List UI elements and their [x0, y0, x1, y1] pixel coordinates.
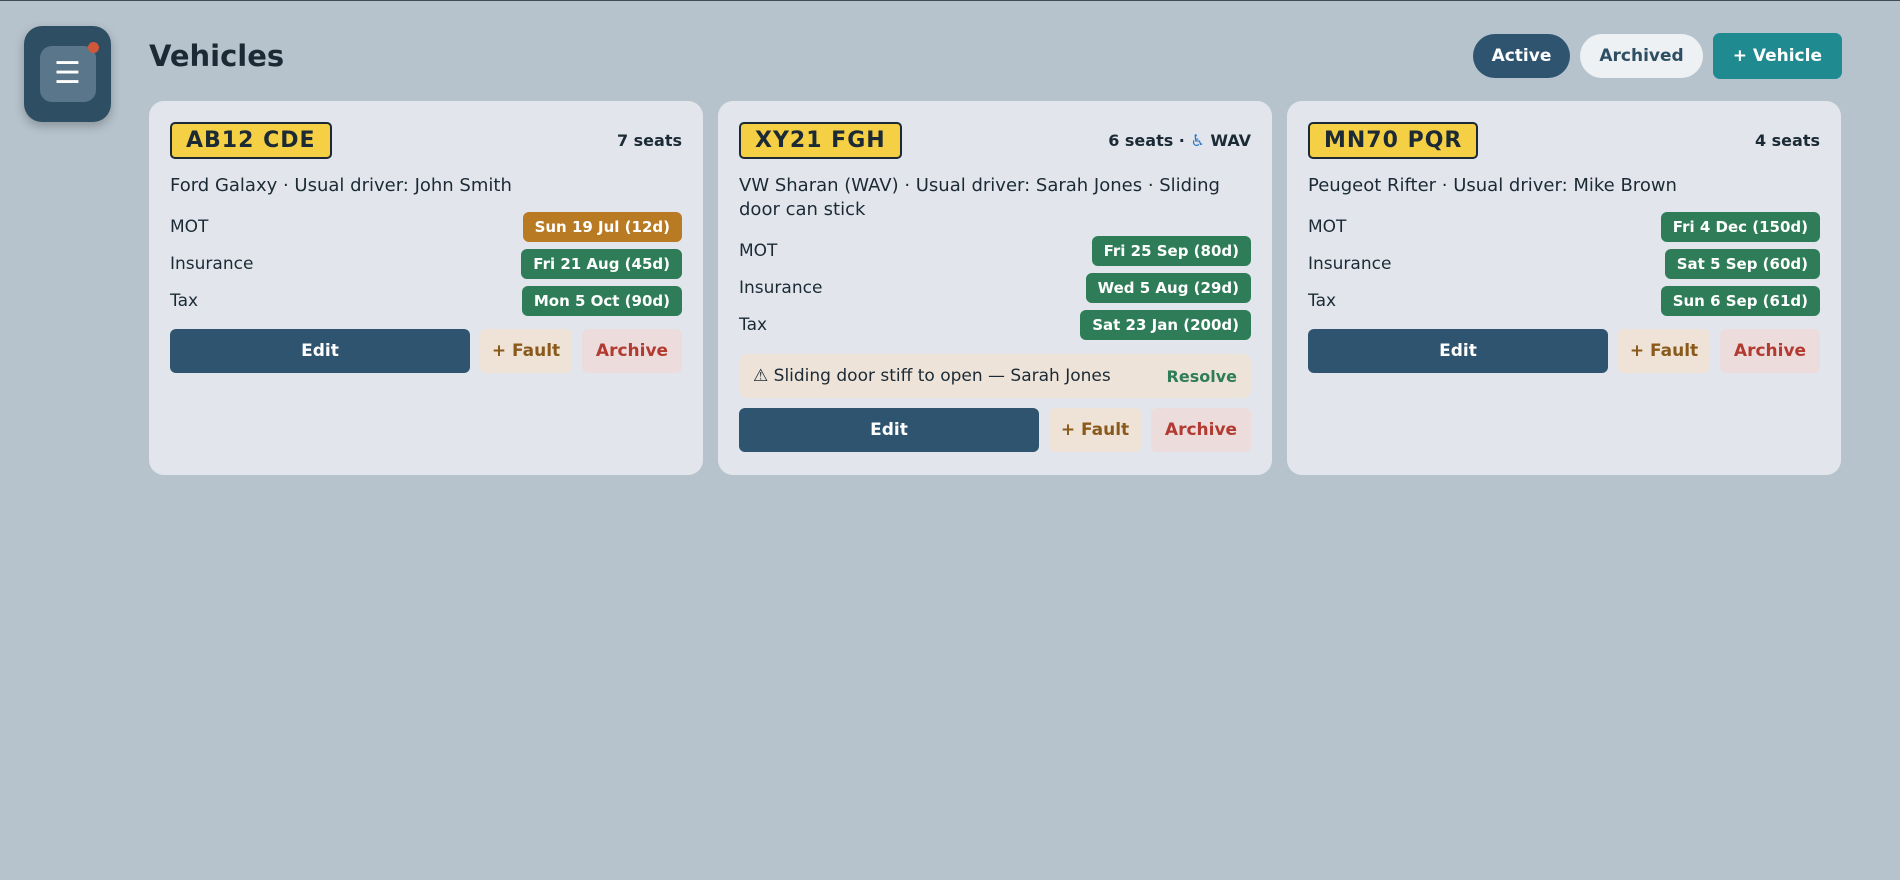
insurance-row: Insurance Sat 5 Sep (60d) [1308, 245, 1820, 282]
archive-button[interactable]: Archive [1151, 408, 1251, 452]
edit-button[interactable]: Edit [1308, 329, 1608, 373]
tax-due-badge: Sun 6 Sep (61d) [1660, 285, 1820, 316]
filter-active-button[interactable]: Active [1472, 34, 1571, 78]
license-plate: AB12 CDE [170, 122, 332, 159]
fault-description: Sliding door stiff to open — Sarah Jones [773, 366, 1111, 386]
add-fault-button[interactable]: + Fault [1049, 408, 1141, 452]
edit-button[interactable]: Edit [739, 408, 1039, 452]
menu-button[interactable]: ☰ [24, 26, 111, 122]
mot-row: MOT Fri 4 Dec (150d) [1308, 208, 1820, 245]
add-vehicle-button[interactable]: + Vehicle [1712, 33, 1842, 79]
vehicle-card: AB12 CDE 7 seats Ford Galaxy · Usual dri… [149, 101, 703, 475]
mot-label: MOT [170, 216, 209, 237]
archive-button[interactable]: Archive [582, 329, 682, 373]
vehicle-description: Peugeot Rifter · Usual driver: Mike Brow… [1308, 175, 1677, 196]
edit-button[interactable]: Edit [170, 329, 470, 373]
license-plate: XY21 FGH [739, 122, 902, 159]
tax-row: Tax Mon 5 Oct (90d) [170, 282, 682, 319]
insurance-due-badge: Wed 5 Aug (29d) [1085, 272, 1251, 303]
insurance-row: Insurance Wed 5 Aug (29d) [739, 269, 1251, 306]
archive-button[interactable]: Archive [1720, 329, 1820, 373]
filter-archived-button[interactable]: Archived [1580, 34, 1703, 78]
wheelchair-icon: ♿ [1190, 131, 1205, 150]
tax-row: Tax Sun 6 Sep (61d) [1308, 282, 1820, 319]
insurance-label: Insurance [1308, 253, 1392, 274]
insurance-label: Insurance [170, 253, 254, 274]
mot-due-badge: Sun 19 Jul (12d) [522, 211, 682, 242]
fault-text: ⚠ Sliding door stiff to open — Sarah Jon… [753, 366, 1111, 386]
insurance-due-badge: Sat 5 Sep (60d) [1664, 248, 1820, 279]
page-title: Vehicles [149, 39, 285, 73]
tax-due-badge: Sat 23 Jan (200d) [1080, 309, 1251, 340]
top-actions: Active Archived + Vehicle [1472, 33, 1842, 79]
seat-count-text: 6 seats · [1108, 131, 1185, 150]
resolve-fault-button[interactable]: Resolve [1167, 367, 1237, 386]
mot-label: MOT [1308, 216, 1347, 237]
seat-count: 4 seats [1754, 131, 1820, 150]
mot-row: MOT Fri 25 Sep (80d) [739, 232, 1251, 269]
vehicle-card: XY21 FGH 6 seats · ♿ WAV VW Sharan (WAV)… [718, 101, 1272, 475]
fault-notice: ⚠ Sliding door stiff to open — Sarah Jon… [739, 354, 1251, 398]
tax-label: Tax [1308, 290, 1337, 311]
tax-label: Tax [739, 314, 768, 335]
add-fault-button[interactable]: + Fault [480, 329, 572, 373]
license-plate: MN70 PQR [1308, 122, 1479, 159]
mot-label: MOT [739, 240, 778, 261]
insurance-row: Insurance Fri 21 Aug (45d) [170, 245, 682, 282]
mot-due-badge: Fri 25 Sep (80d) [1091, 235, 1251, 266]
tax-row: Tax Sat 23 Jan (200d) [739, 306, 1251, 343]
insurance-due-badge: Fri 21 Aug (45d) [521, 248, 682, 279]
tax-due-badge: Mon 5 Oct (90d) [521, 285, 682, 316]
wav-label: WAV [1210, 131, 1251, 150]
add-fault-button[interactable]: + Fault [1618, 329, 1710, 373]
hamburger-icon: ☰ [39, 46, 96, 102]
vehicle-description: Ford Galaxy · Usual driver: John Smith [170, 175, 512, 196]
insurance-label: Insurance [739, 277, 823, 298]
seat-count: 7 seats [616, 131, 682, 150]
vehicle-cards: AB12 CDE 7 seats Ford Galaxy · Usual dri… [149, 101, 1841, 475]
mot-due-badge: Fri 4 Dec (150d) [1660, 211, 1820, 242]
vehicle-description: VW Sharan (WAV) · Usual driver: Sarah Jo… [739, 175, 1220, 220]
tax-label: Tax [170, 290, 199, 311]
seat-count: 6 seats · ♿ WAV [1108, 131, 1251, 150]
notification-dot [88, 42, 99, 53]
mot-row: MOT Sun 19 Jul (12d) [170, 208, 682, 245]
warning-icon: ⚠ [753, 366, 769, 386]
vehicle-card: MN70 PQR 4 seats Peugeot Rifter · Usual … [1287, 101, 1841, 475]
